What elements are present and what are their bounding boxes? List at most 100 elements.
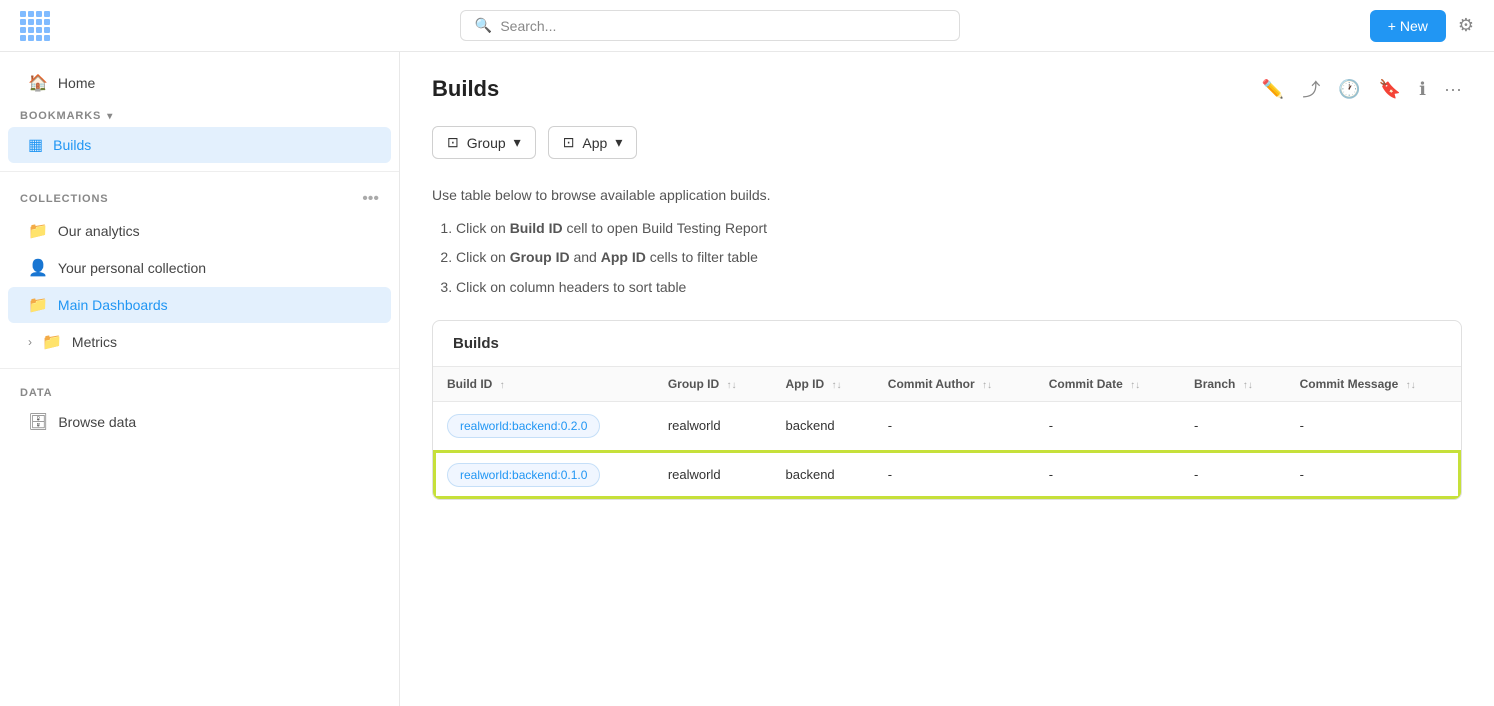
topbar-right: + New ⚙ xyxy=(1370,10,1474,42)
sort-branch-icon: ↑↓ xyxy=(1243,380,1253,391)
new-button[interactable]: + New xyxy=(1370,10,1446,42)
browse-data-label: Browse data xyxy=(58,414,136,430)
table-row: realworld:backend:0.2.0 realworldbackend -… xyxy=(433,401,1461,450)
group-filter-chevron: ▾ xyxy=(514,134,521,151)
metrics-label: Metrics xyxy=(72,334,117,350)
instruction-step-1: Click on Build ID cell to open Build Tes… xyxy=(456,216,1462,241)
sort-commit-author-icon: ↑↓ xyxy=(982,380,992,391)
bookmark-icon[interactable]: 🔖 xyxy=(1379,79,1401,100)
instruction-step-3: Click on column headers to sort table xyxy=(456,275,1462,300)
search-icon: 🔍 xyxy=(475,17,492,34)
instructions-list: Click on Build ID cell to open Build Tes… xyxy=(456,216,1462,300)
sidebar-item-builds[interactable]: ▦ Builds xyxy=(8,127,391,163)
col-app-id[interactable]: App ID ↑↓ xyxy=(772,367,874,402)
builds-table-section: Builds Build ID ↑ Group ID ↑↓ App ID xyxy=(432,320,1462,500)
bookmarks-label: BOOKMARKS xyxy=(20,110,101,122)
layout: 🏠 Home BOOKMARKS ▾ ▦ Builds COLLECTIONS … xyxy=(0,52,1494,706)
cell-commit-date: - xyxy=(1035,401,1180,450)
col-commit-message[interactable]: Commit Message ↑↓ xyxy=(1286,367,1461,402)
collections-label: COLLECTIONS xyxy=(20,193,109,205)
app-filter-chevron: ▾ xyxy=(615,134,622,151)
cell-build-id: realworld:backend:0.1.0 xyxy=(433,450,654,499)
cell-group-id[interactable]: realworld xyxy=(654,450,772,499)
sidebar-item-personal-collection[interactable]: 👤 Your personal collection xyxy=(8,250,391,286)
sort-commit-message-icon: ↑↓ xyxy=(1406,380,1416,391)
cell-app-id[interactable]: backend xyxy=(772,401,874,450)
col-build-id-label: Build ID xyxy=(447,377,492,391)
edit-icon[interactable]: ✏️ xyxy=(1262,79,1284,100)
sort-commit-date-icon: ↑↓ xyxy=(1130,380,1140,391)
person-icon: 👤 xyxy=(28,258,48,278)
builds-table: Build ID ↑ Group ID ↑↓ App ID ↑↓ Commi xyxy=(433,367,1461,499)
search-container: 🔍 Search... xyxy=(460,10,960,41)
home-icon: 🏠 xyxy=(28,73,48,93)
col-commit-message-label: Commit Message xyxy=(1300,377,1399,391)
sidebar-divider-1 xyxy=(0,171,399,172)
group-filter-label: Group xyxy=(467,135,506,151)
build-id-badge[interactable]: realworld:backend:0.1.0 xyxy=(447,463,600,487)
cell-app-id[interactable]: backend xyxy=(772,450,874,499)
build-id-bold: Build ID xyxy=(510,220,563,236)
topbar: 🔍 Search... + New ⚙ xyxy=(0,0,1494,52)
cell-commit-author: - xyxy=(874,450,1035,499)
chevron-down-icon: ▾ xyxy=(107,111,113,122)
metrics-folder-icon: 📁 xyxy=(42,332,62,352)
sidebar-builds-label: Builds xyxy=(53,137,91,153)
col-app-id-label: App ID xyxy=(786,377,825,391)
more-icon[interactable]: ··· xyxy=(1444,79,1462,100)
folder-open-icon: 📁 xyxy=(28,295,48,315)
main-content: Builds ✏️ ⤴ 🕐 🔖 ℹ ··· ⊡ Group ▾ ⊡ App ▾ xyxy=(400,52,1494,706)
sidebar-item-our-analytics[interactable]: 📁 Our analytics xyxy=(8,213,391,249)
app-id-bold: App ID xyxy=(601,249,646,265)
personal-collection-label: Your personal collection xyxy=(58,260,206,276)
col-branch-label: Branch xyxy=(1194,377,1235,391)
group-filter-button[interactable]: ⊡ Group ▾ xyxy=(432,126,536,159)
sort-build-id-icon: ↑ xyxy=(500,380,505,391)
cell-branch: - xyxy=(1180,401,1286,450)
build-id-badge[interactable]: realworld:backend:0.2.0 xyxy=(447,414,600,438)
sidebar: 🏠 Home BOOKMARKS ▾ ▦ Builds COLLECTIONS … xyxy=(0,52,400,706)
cell-build-id: realworld:backend:0.2.0 xyxy=(433,401,654,450)
app-filter-button[interactable]: ⊡ App ▾ xyxy=(548,126,638,159)
info-icon[interactable]: ℹ xyxy=(1419,79,1426,100)
table-body: realworld:backend:0.2.0realworldbackend-… xyxy=(433,401,1461,499)
folder-icon: 📁 xyxy=(28,221,48,241)
col-group-id[interactable]: Group ID ↑↓ xyxy=(654,367,772,402)
sidebar-home-label: Home xyxy=(58,75,95,91)
sidebar-item-browse-data[interactable]: 🗄 Browse data xyxy=(8,404,391,440)
cell-commit-message: - xyxy=(1286,450,1461,499)
share-icon[interactable]: ⤴ xyxy=(1302,76,1320,102)
col-commit-author[interactable]: Commit Author ↑↓ xyxy=(874,367,1035,402)
cell-branch: - xyxy=(1180,450,1286,499)
cell-commit-date: - xyxy=(1035,450,1180,499)
page-actions: ✏️ ⤴ 🕐 🔖 ℹ ··· xyxy=(1262,76,1462,102)
sidebar-item-metrics[interactable]: › 📁 Metrics xyxy=(8,324,391,360)
table-header-row: Build ID ↑ Group ID ↑↓ App ID ↑↓ Commi xyxy=(433,367,1461,402)
sidebar-item-home[interactable]: 🏠 Home xyxy=(8,65,391,101)
collections-more-icon[interactable]: ••• xyxy=(362,190,379,208)
settings-icon[interactable]: ⚙ xyxy=(1458,15,1474,36)
col-branch[interactable]: Branch ↑↓ xyxy=(1180,367,1286,402)
our-analytics-label: Our analytics xyxy=(58,223,140,239)
table-title: Builds xyxy=(433,321,1461,367)
app-filter-icon: ⊡ xyxy=(563,134,575,151)
sort-app-id-icon: ↑↓ xyxy=(832,380,842,391)
col-build-id[interactable]: Build ID ↑ xyxy=(433,367,654,402)
filters: ⊡ Group ▾ ⊡ App ▾ xyxy=(432,126,1462,159)
chevron-right-icon: › xyxy=(28,335,32,349)
col-commit-author-label: Commit Author xyxy=(888,377,975,391)
collections-header: COLLECTIONS ••• xyxy=(0,180,399,212)
page-header: Builds ✏️ ⤴ 🕐 🔖 ℹ ··· xyxy=(432,76,1462,102)
data-header: DATA xyxy=(0,377,399,403)
app-filter-label: App xyxy=(582,135,607,151)
instructions-intro: Use table below to browse available appl… xyxy=(432,183,1462,208)
instructions: Use table below to browse available appl… xyxy=(432,183,1462,300)
search-input[interactable]: 🔍 Search... xyxy=(460,10,960,41)
page-title: Builds xyxy=(432,76,499,102)
cell-group-id[interactable]: realworld xyxy=(654,401,772,450)
history-icon[interactable]: 🕐 xyxy=(1338,79,1360,100)
table-head: Build ID ↑ Group ID ↑↓ App ID ↑↓ Commi xyxy=(433,367,1461,402)
app-logo[interactable] xyxy=(20,11,50,41)
sidebar-item-main-dashboards[interactable]: 📁 Main Dashboards xyxy=(8,287,391,323)
col-commit-date[interactable]: Commit Date ↑↓ xyxy=(1035,367,1180,402)
